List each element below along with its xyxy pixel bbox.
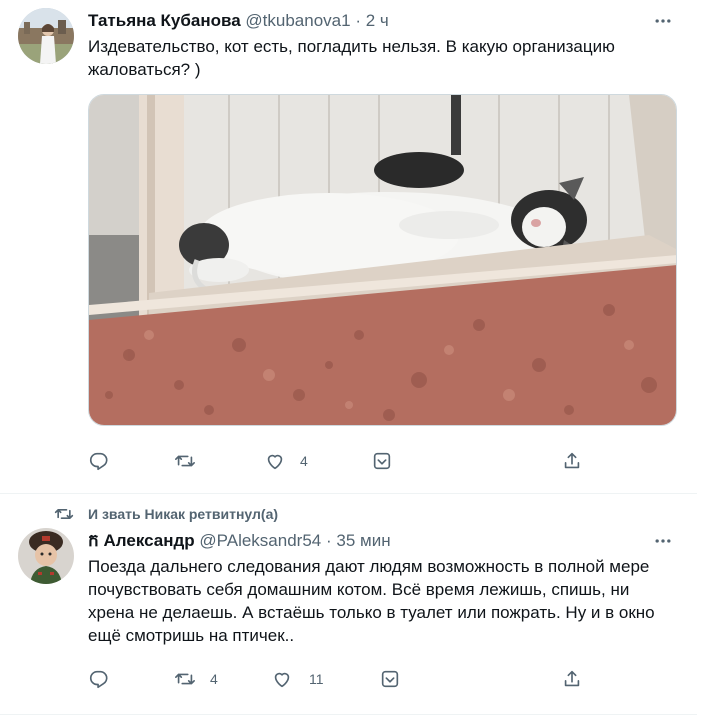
timestamp[interactable]: 35 мин xyxy=(336,531,390,550)
tweet-card[interactable]: И звать Никак ретвитнул(а) ក Александр @… xyxy=(0,494,697,715)
tweet-card[interactable]: Татьяна Кубанова @tkubanova1 · 2 ч Издев… xyxy=(0,0,697,494)
reply-icon xyxy=(89,452,108,471)
retweet-button[interactable]: 4 xyxy=(174,666,218,692)
tip-button[interactable] xyxy=(371,448,393,474)
tweet-header: ក Александр @PAleksandr54 · 35 мин xyxy=(88,530,391,552)
like-button[interactable]: 11 xyxy=(271,666,324,692)
display-name[interactable]: ក Александр xyxy=(88,531,195,550)
handle[interactable]: @tkubanova1 xyxy=(245,11,350,30)
like-count: 4 xyxy=(300,453,308,469)
display-name[interactable]: Татьяна Кубанова xyxy=(88,11,241,30)
share-button[interactable] xyxy=(561,448,583,474)
action-bar: 4 xyxy=(88,448,598,474)
reply-icon xyxy=(89,670,108,689)
tweet-image[interactable] xyxy=(88,94,677,426)
retweet-icon xyxy=(175,673,195,685)
tip-icon xyxy=(381,670,399,688)
retweeted-by-label: И звать Никак ретвитнул(а) xyxy=(88,506,279,522)
like-icon xyxy=(267,454,283,470)
timestamp[interactable]: 2 ч xyxy=(366,11,389,30)
tweet-header: Татьяна Кубанова @tkubanova1 · 2 ч xyxy=(88,10,389,32)
share-icon xyxy=(564,452,580,469)
like-icon xyxy=(274,672,290,688)
tweet-text: Поезда дальнего следования дают людям во… xyxy=(88,557,655,645)
tweet-text: Издевательство, кот есть, погладить нель… xyxy=(88,37,615,79)
tip-icon xyxy=(373,452,391,470)
separator: · xyxy=(355,11,361,30)
reply-button[interactable] xyxy=(88,448,122,474)
share-icon xyxy=(564,670,580,687)
retweet-icon xyxy=(175,455,195,467)
retweet-count: 4 xyxy=(210,671,218,687)
retweet-button[interactable] xyxy=(174,448,208,474)
reply-button[interactable] xyxy=(88,666,122,692)
like-button[interactable]: 4 xyxy=(264,448,308,474)
retweet-icon xyxy=(54,509,74,519)
action-bar: 4 11 xyxy=(88,666,598,692)
handle[interactable]: @PAleksandr54 xyxy=(199,531,321,550)
like-count: 11 xyxy=(309,671,324,687)
tip-button[interactable] xyxy=(379,666,401,692)
share-button[interactable] xyxy=(561,666,583,692)
avatar[interactable] xyxy=(18,8,74,64)
separator: · xyxy=(325,531,332,550)
more-icon[interactable] xyxy=(651,9,675,33)
avatar[interactable] xyxy=(18,528,74,584)
more-icon[interactable] xyxy=(651,529,675,553)
retweet-context[interactable]: И звать Никак ретвитнул(а) xyxy=(54,504,278,524)
